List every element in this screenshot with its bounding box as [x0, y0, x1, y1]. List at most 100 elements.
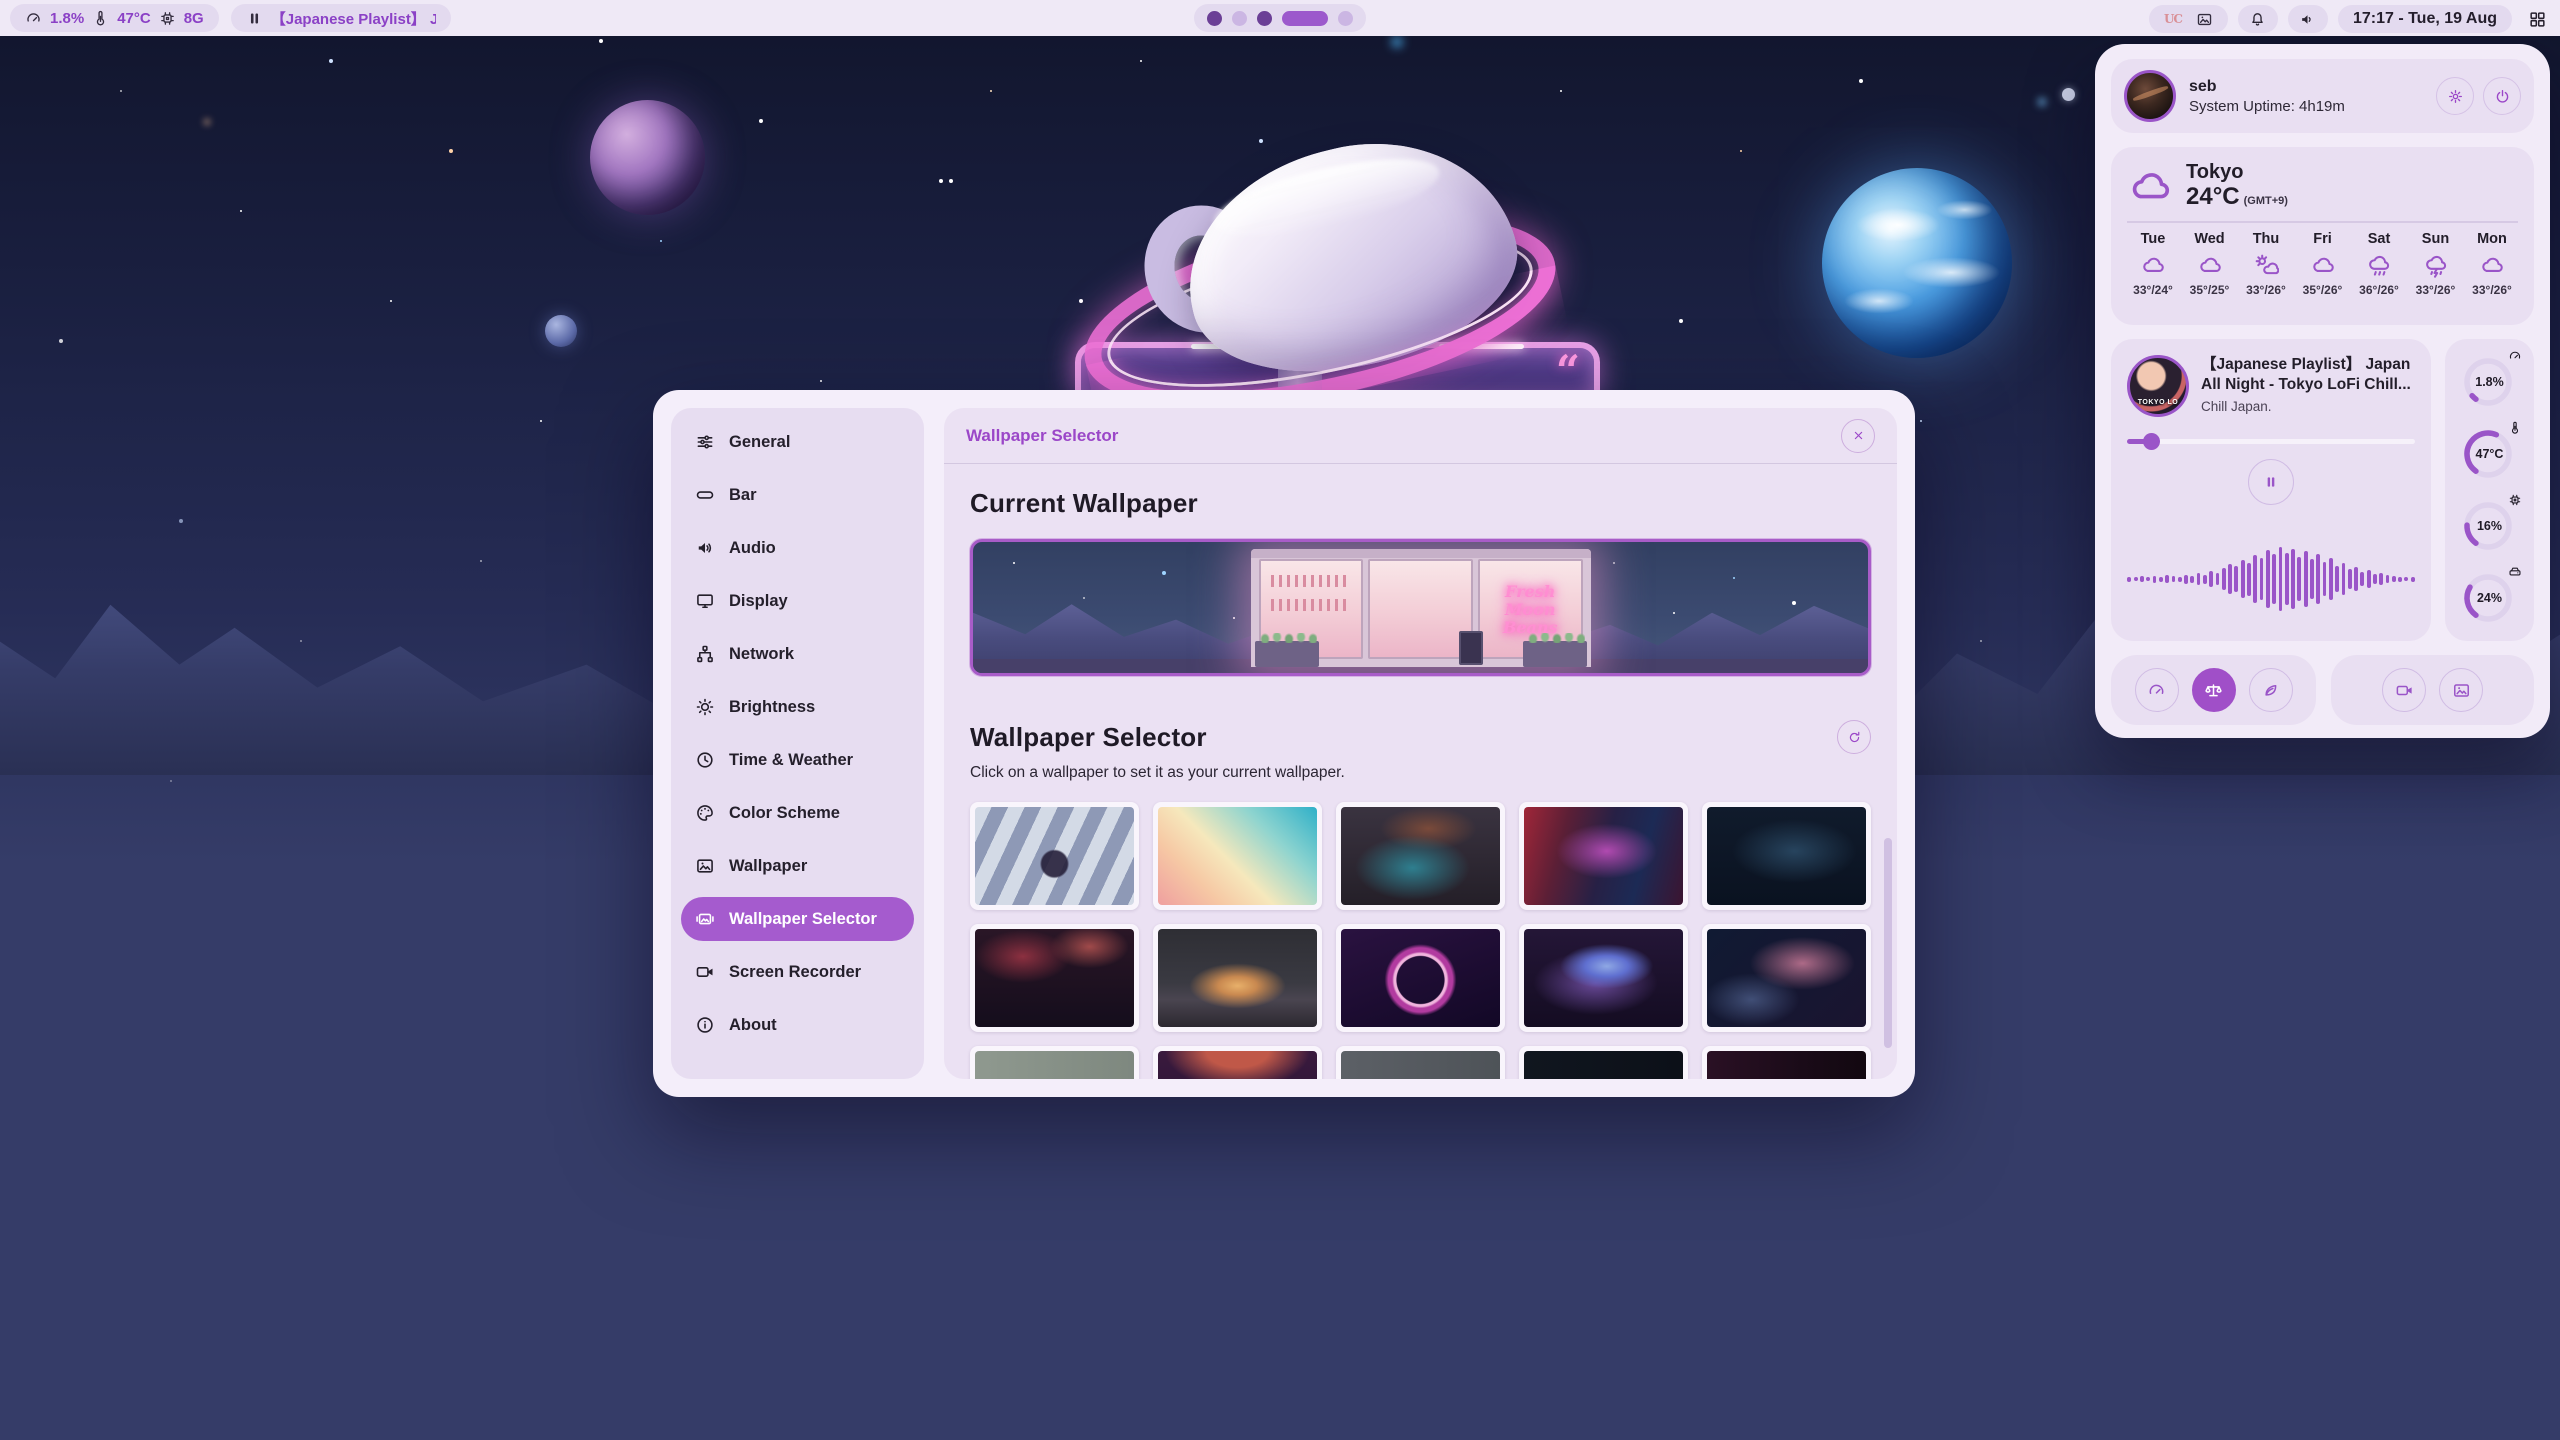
- wallpaper-grid: [970, 802, 1871, 1079]
- palette-icon: [695, 803, 715, 823]
- sidebar-item-general[interactable]: General: [681, 420, 914, 464]
- saturn-coffee-cup: [1060, 110, 1620, 400]
- system-stats-module[interactable]: 1.8% 47°C 8G: [10, 4, 219, 32]
- wallpaper-thumbnail-slate-gray[interactable]: [1336, 1046, 1505, 1079]
- settings-button[interactable]: [2436, 77, 2474, 115]
- nebula-over-forest-image: [1524, 929, 1683, 1027]
- sidebar-item-bar[interactable]: Bar: [681, 473, 914, 517]
- capture-controls: [2331, 655, 2534, 725]
- username: seb: [2189, 78, 2345, 96]
- forecast-day-mon: Mon33°/26°: [2466, 231, 2518, 297]
- wallpaper-thumbnail-anime-girl-crosswalk[interactable]: [970, 802, 1139, 910]
- slider-thumb[interactable]: [2143, 433, 2160, 450]
- wallpaper-thumbnail-nebula-over-forest[interactable]: [1519, 924, 1688, 1032]
- photo-button[interactable]: [2439, 668, 2483, 712]
- psun-icon: [2253, 252, 2279, 278]
- power-button[interactable]: [2483, 77, 2521, 115]
- wallpaper-thumbnail-crimson-forest-figure[interactable]: [970, 924, 1139, 1032]
- cafe-door: [1368, 559, 1473, 659]
- wallpaper-thumbnail-sage-gray[interactable]: [970, 1046, 1139, 1079]
- video-button[interactable]: [2382, 668, 2426, 712]
- gauge-button[interactable]: [2135, 668, 2179, 712]
- sidebar-item-brightness[interactable]: Brightness: [681, 685, 914, 729]
- sidebar-item-color-scheme[interactable]: Color Scheme: [681, 791, 914, 835]
- workspace-dot-1[interactable]: [1207, 11, 1222, 26]
- apps-grid-icon: [2528, 10, 2547, 29]
- sidebar-item-screen-recorder[interactable]: Screen Recorder: [681, 950, 914, 994]
- seek-slider[interactable]: [2127, 433, 2415, 449]
- scales-button[interactable]: [2192, 668, 2236, 712]
- wallpaper-thumbnail-blurred-teal-aurora[interactable]: [1336, 802, 1505, 910]
- power-icon: [2494, 88, 2511, 105]
- wallpaper-thumbnail-dark-plum[interactable]: [1702, 1046, 1871, 1079]
- weather-temp: 24°C: [2186, 183, 2240, 210]
- sidebar-item-wallpaper[interactable]: Wallpaper: [681, 844, 914, 888]
- system-uptime: System Uptime: 4h19m: [2189, 98, 2345, 115]
- settings-window: General Bar Audio Display Network Brightness T…: [653, 390, 1915, 1097]
- wallpaper-thumbnail-abstract-mesh-wave[interactable]: [1702, 924, 1871, 1032]
- audio-visualizer: [2121, 531, 2421, 627]
- pastel-gradient-image: [1158, 807, 1317, 905]
- sidebar-item-audio[interactable]: Audio: [681, 526, 914, 570]
- pause-button[interactable]: [2248, 459, 2294, 505]
- red-canopy-night-image: [1158, 1051, 1317, 1079]
- gear-icon: [2447, 88, 2464, 105]
- sidebar-item-network[interactable]: Network: [681, 632, 914, 676]
- sidebar-item-about[interactable]: About: [681, 1003, 914, 1047]
- sidebar-item-wallpaper-selector[interactable]: Wallpaper Selector: [681, 897, 914, 941]
- gauge-icon: [2147, 681, 2166, 700]
- wallpaper-thumbnail-near-black-navy[interactable]: [1519, 1046, 1688, 1079]
- workspace-dot-3[interactable]: [1257, 11, 1272, 26]
- cloud-icon: [2127, 163, 2173, 209]
- settings-header: Wallpaper Selector: [944, 408, 1897, 464]
- volume-button[interactable]: [2288, 5, 2328, 33]
- leaf-button[interactable]: [2249, 668, 2293, 712]
- wallpaper-thumbnail-red-canopy-night[interactable]: [1153, 1046, 1322, 1079]
- window-title: Wallpaper Selector: [966, 426, 1118, 446]
- tray-screenshot-icon[interactable]: [2196, 11, 2213, 28]
- track-artist: Chill Japan.: [2201, 399, 2415, 414]
- clock-module[interactable]: 17:17 - Tue, 19 Aug: [2338, 5, 2512, 33]
- wallpaper-thumbnail-pastel-gradient[interactable]: [1153, 802, 1322, 910]
- cloud-icon: [2197, 252, 2223, 278]
- wallpaper-thumbnail-purple-ring-blackhole[interactable]: [1336, 924, 1505, 1032]
- thermo-ring: 47°C: [2460, 423, 2520, 485]
- video-icon: [2395, 681, 2414, 700]
- workspace-dot-4-active[interactable]: [1282, 11, 1328, 26]
- tiny-moon: [2062, 88, 2075, 101]
- scrollbar-thumb[interactable]: [1884, 838, 1892, 1048]
- quick-settings: [2111, 655, 2316, 725]
- wallpaper-thumbnail-dark-blue-forest[interactable]: [1702, 802, 1871, 910]
- weather-city: Tokyo: [2186, 161, 2288, 183]
- dashboard-button[interactable]: [2522, 4, 2552, 34]
- gauge-icon: [25, 10, 42, 27]
- scales-icon: [2204, 681, 2223, 700]
- workspace-dot-2[interactable]: [1232, 11, 1247, 26]
- clock-text: 17:17 - Tue, 19 Aug: [2353, 10, 2497, 28]
- wallpaper-thumbnail-neon-arcade-alley[interactable]: [1519, 802, 1688, 910]
- current-wallpaper-preview: Fresh Moon Beans: [970, 539, 1871, 676]
- volume-icon: [2299, 11, 2316, 28]
- current-wallpaper-heading: Current Wallpaper: [970, 488, 1871, 519]
- media-module[interactable]: 【Japanese Playlist】 J...: [231, 4, 451, 32]
- cpu-usage: 1.8%: [50, 10, 84, 27]
- forecast-row: Tue33°/24°Wed35°/25°Thu33°/26°Fri35°/26°…: [2127, 231, 2518, 297]
- sidebar-item-time-weather[interactable]: Time & Weather: [681, 738, 914, 782]
- pause-icon: [2263, 474, 2279, 490]
- close-button[interactable]: [1841, 419, 1875, 453]
- dark-plum-image: [1707, 1051, 1866, 1079]
- anime-girl-crosswalk-image: [975, 807, 1134, 905]
- refresh-button[interactable]: [1837, 720, 1871, 754]
- settings-sidebar: General Bar Audio Display Network Brightness T…: [671, 408, 924, 1079]
- notifications-button[interactable]: [2238, 5, 2278, 33]
- sage-gray-image: [975, 1051, 1134, 1079]
- cloud-icon: [2479, 252, 2505, 278]
- images-icon: [695, 909, 715, 929]
- workspace-dot-5[interactable]: [1338, 11, 1353, 26]
- divider: [2127, 221, 2518, 223]
- wallpaper-thumbnail-lofi-coffee-shop[interactable]: [1153, 924, 1322, 1032]
- sidebar-item-display[interactable]: Display: [681, 579, 914, 623]
- tray-app-icon[interactable]: UC: [2164, 12, 2182, 26]
- thermo-icon: [2508, 421, 2522, 435]
- storm-icon: [2423, 252, 2449, 278]
